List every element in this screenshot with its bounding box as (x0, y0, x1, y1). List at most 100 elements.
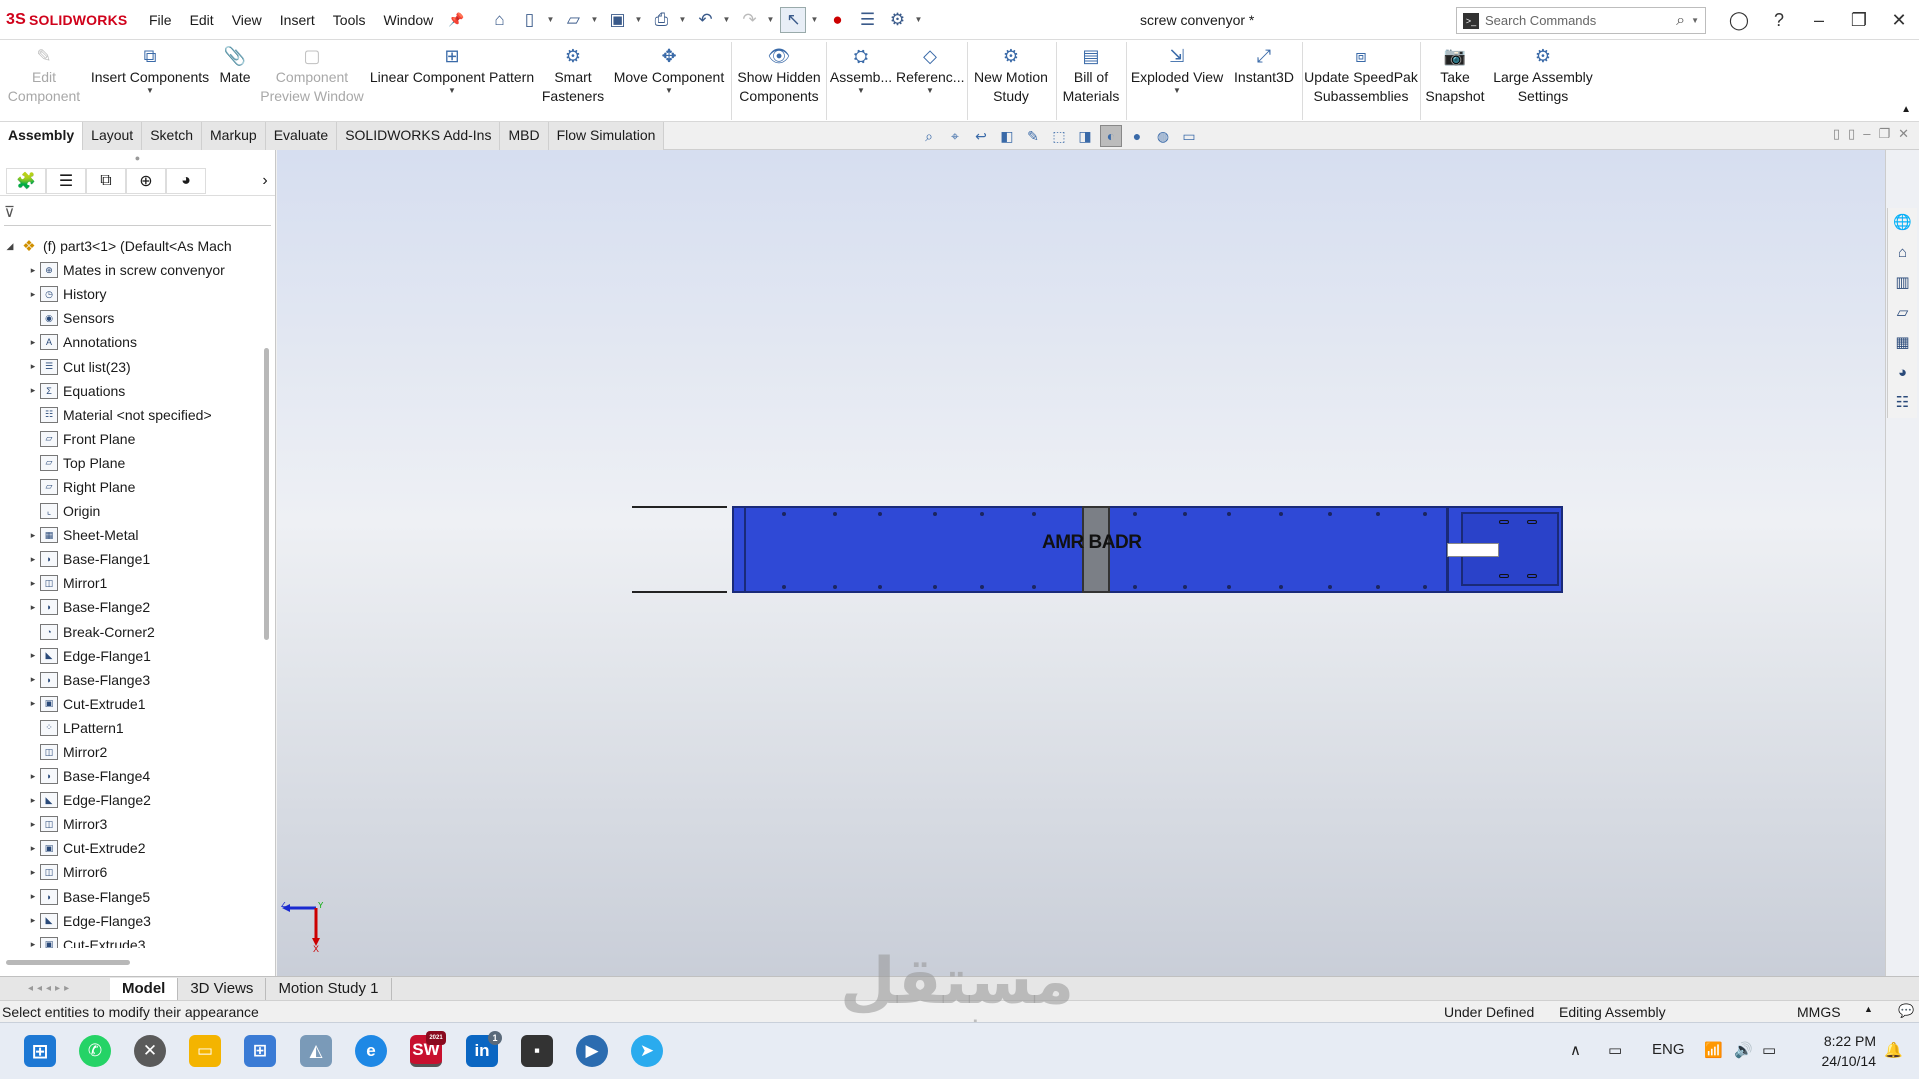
tree-item[interactable]: ▸ ◷ History (0, 282, 262, 306)
menu-window[interactable]: Window (374, 12, 442, 28)
tree-item[interactable]: ⌞ Origin (0, 499, 262, 523)
redo-icon[interactable]: ↷ (736, 7, 762, 33)
xbox-icon[interactable]: ✕ (134, 1035, 166, 1067)
taskbar-clock[interactable]: 8:22 PM 24/10/14 (1806, 1031, 1877, 1071)
tree-item[interactable]: ▸ ◗ Base-Flange3 (0, 668, 262, 692)
photos-icon[interactable]: ◭ (300, 1035, 332, 1067)
options-gear-icon[interactable]: ⚙ (884, 7, 910, 33)
tab-3d-views[interactable]: 3D Views (178, 977, 267, 1000)
restore-icon[interactable]: ❐ (1839, 10, 1879, 31)
expand-chevron-icon[interactable]: ▸ (26, 795, 40, 806)
expand-chevron-icon[interactable]: ▸ (26, 361, 40, 372)
search-dropdown-icon[interactable]: ▼ (1691, 16, 1699, 25)
tree-item[interactable]: ▱ Right Plane (0, 475, 262, 499)
collapse-ribbon-icon[interactable]: ▲ (1901, 104, 1911, 115)
viewport-split-alt-icon[interactable]: ▯ (1848, 126, 1855, 142)
dynamic-annotation-icon[interactable]: ✎ (1022, 125, 1044, 147)
tree-item[interactable]: ▸ Σ Equations (0, 379, 262, 403)
apply-scene-icon[interactable]: ◍ (1152, 125, 1174, 147)
expand-chevron-icon[interactable]: ▸ (26, 698, 40, 709)
open-folder-icon[interactable]: ▱ (560, 7, 586, 33)
expand-chevron-icon[interactable]: ▸ (26, 819, 40, 830)
solidworks-taskbar-icon[interactable]: SW 2021 (410, 1031, 446, 1067)
panel-grip[interactable]: ● (0, 150, 275, 166)
menu-view[interactable]: View (223, 12, 271, 28)
zoom-to-area-icon[interactable]: ⌖ (944, 125, 966, 147)
expand-chevron-icon[interactable]: ▸ (26, 674, 40, 685)
insert-components-button[interactable]: ⧉ Insert Components ▼ (88, 44, 212, 95)
edge-browser-icon[interactable]: e (355, 1035, 387, 1067)
tree-item[interactable]: ▸ ▣ Cut-Extrude2 (0, 836, 262, 860)
more-tabs-chevron-icon[interactable]: › (255, 168, 275, 194)
large-assembly-settings-button[interactable]: ⚙ Large Assembly Settings (1490, 44, 1596, 106)
bill-of-materials-button[interactable]: ▤ Bill of Materials (1058, 44, 1124, 106)
configuration-manager-icon[interactable]: ⧉ (86, 167, 126, 194)
windows-start-icon[interactable]: ⊞ (24, 1035, 56, 1067)
hide-show-items-icon[interactable]: ◐ (1100, 125, 1122, 147)
search-commands-input[interactable]: >_ Search Commands ⌕ ▼ (1456, 7, 1706, 34)
status-units[interactable]: MMGS (1797, 1004, 1841, 1020)
help-icon[interactable]: ? (1759, 10, 1799, 31)
tree-item[interactable]: ▸ ▦ Sheet-Metal (0, 523, 262, 547)
tree-item[interactable]: ☷ Material <not specified> (0, 403, 262, 427)
assembly-features-dropdown-icon[interactable]: ▼ (828, 87, 894, 95)
expand-chevron-icon[interactable]: ▸ (26, 891, 40, 902)
update-speedpak-button[interactable]: ⧈ Update SpeedPak Subassemblies (1304, 44, 1418, 106)
menu-tools[interactable]: Tools (324, 12, 375, 28)
tab-model[interactable]: Model (110, 977, 179, 1000)
wifi-icon[interactable]: 📶 (1704, 1041, 1723, 1059)
insert-components-dropdown-icon[interactable]: ▼ (88, 87, 212, 95)
tree-item[interactable]: ◫ Mirror2 (0, 740, 262, 764)
options-dropdown-icon[interactable]: ▼ (914, 15, 924, 24)
app-dark-icon[interactable]: ▪ (521, 1035, 553, 1067)
feature-manager-tree-icon[interactable]: 🧩 (6, 167, 46, 194)
notifications-bell-icon[interactable]: 🔔 (1884, 1041, 1903, 1059)
account-icon[interactable]: ◯ (1719, 10, 1759, 31)
expand-chevron-icon[interactable]: ▸ (26, 915, 40, 926)
tab-nav-arrows[interactable]: ◂◂◂▸▸ (0, 983, 110, 994)
file-explorer-taskbar-icon[interactable]: ▭ (189, 1035, 221, 1067)
tree-item[interactable]: ▸ ◣ Edge-Flange3 (0, 909, 262, 933)
save-icon[interactable]: ▣ (604, 7, 630, 33)
media-player-icon[interactable]: ▶ (576, 1035, 608, 1067)
view-settings-icon[interactable]: ▭ (1178, 125, 1200, 147)
tab-mbd[interactable]: MBD (500, 122, 549, 150)
graphics-area[interactable]: AMR BADR Z Y X (277, 150, 1885, 976)
tree-item[interactable]: ▸ ◗ Base-Flange1 (0, 547, 262, 571)
tree-vertical-scrollbar[interactable] (264, 348, 269, 640)
move-component-button[interactable]: ✥ Move Component ▼ (608, 44, 730, 95)
expand-chevron-icon[interactable]: ▸ (26, 578, 40, 589)
dimxpert-manager-icon[interactable]: ⊕ (126, 167, 166, 194)
menu-file[interactable]: File (140, 12, 181, 28)
tab-flow-simulation[interactable]: Flow Simulation (548, 122, 665, 150)
expand-chevron-icon[interactable]: ▸ (26, 530, 40, 541)
previous-view-icon[interactable]: ↩ (970, 125, 992, 147)
battery-icon[interactable]: ▭ (1762, 1041, 1776, 1059)
expand-chevron-icon[interactable]: ▸ (26, 843, 40, 854)
pin-menu-icon[interactable]: 📌 (448, 12, 464, 28)
viewport-minimize-icon[interactable]: – (1863, 126, 1870, 142)
tree-item[interactable]: ▸ ◫ Mirror6 (0, 860, 262, 884)
tree-item[interactable]: ▸ ◗ Base-Flange2 (0, 595, 262, 619)
tree-filter[interactable]: ⊽ (4, 198, 271, 226)
save-dropdown-icon[interactable]: ▼ (634, 15, 644, 24)
new-dropdown-icon[interactable]: ▼ (546, 15, 556, 24)
microsoft-store-icon[interactable]: ⊞ (244, 1035, 276, 1067)
exploded-view-button[interactable]: ⇲ Exploded View ▼ (1128, 44, 1226, 95)
reference-geometry-dropdown-icon[interactable]: ▼ (896, 87, 964, 95)
new-document-icon[interactable]: ▯ (516, 7, 542, 33)
move-component-dropdown-icon[interactable]: ▼ (608, 87, 730, 95)
tray-keyboard-icon[interactable]: ▭ (1608, 1041, 1622, 1059)
linear-component-pattern-button[interactable]: ⊞ Linear Component Pattern ▼ (366, 44, 538, 95)
tree-item[interactable]: ◔ Break-Corner2 (0, 620, 262, 644)
zoom-to-fit-icon[interactable]: ⌕ (918, 125, 940, 147)
file-explorer-icon[interactable]: ▱ (1888, 298, 1917, 328)
view-orientation-icon[interactable]: ⬚ (1048, 125, 1070, 147)
section-view-icon[interactable]: ◧ (996, 125, 1018, 147)
expand-chevron-icon[interactable]: ▸ (26, 939, 40, 948)
display-style-icon[interactable]: ◨ (1074, 125, 1096, 147)
tree-item[interactable]: ▸ ☰ Cut list(23) (0, 354, 262, 378)
linkedin-icon[interactable]: in 1 (466, 1031, 502, 1067)
design-library-home-icon[interactable]: ⌂ (1888, 238, 1917, 268)
collapse-chevron-icon[interactable]: ◢ (0, 241, 20, 252)
